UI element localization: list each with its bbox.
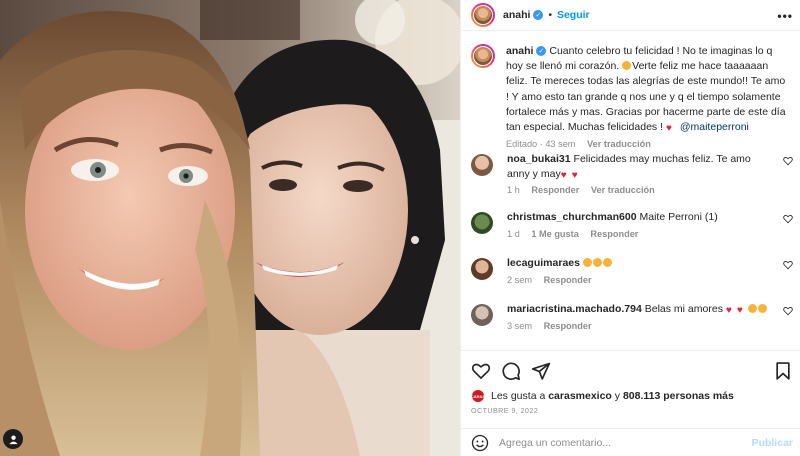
comment-item: lecaguimaraes 2 sem Responder xyxy=(471,256,793,285)
comment-time: 2 sem xyxy=(507,274,533,285)
heart-icon[interactable] xyxy=(471,361,491,381)
red-heart-emoji-icon: ♥ xyxy=(665,123,672,135)
more-options-icon[interactable]: ••• xyxy=(777,9,793,23)
share-icon[interactable] xyxy=(531,361,551,381)
caption-avatar[interactable] xyxy=(471,44,495,68)
likes-summary: CARAS Les gusta a carasmexico y 808.113 … xyxy=(470,389,734,403)
red-heart-emoji-icon: ♥ xyxy=(571,169,578,181)
caption-meta: Editado · 43 sem Ver traducción xyxy=(506,139,789,149)
mention-link[interactable]: @maiteperroni xyxy=(680,121,749,133)
heart-eyes-emoji-icon xyxy=(757,304,767,313)
comment-username[interactable]: noa_bukai31 xyxy=(507,153,571,165)
post-actions: CARAS Les gusta a carasmexico y 808.113 … xyxy=(461,350,800,428)
separator: • xyxy=(548,9,552,21)
heart-eyes-emoji-icon xyxy=(582,258,592,267)
commenter-avatar[interactable] xyxy=(471,154,493,176)
red-heart-emoji-icon: ♥ xyxy=(560,169,567,181)
likes-count[interactable]: 808.113 personas más xyxy=(623,390,734,402)
user-tag-icon xyxy=(8,434,18,444)
red-heart-emoji-icon: ♥ xyxy=(736,305,743,316)
see-translation-link[interactable]: Ver traducción xyxy=(587,139,651,149)
comment-meta: 1 h Responder Ver traducción xyxy=(507,185,773,195)
comment-item: christmas_churchman600 Maite Perroni (1)… xyxy=(471,210,793,239)
smiling-emoji-icon xyxy=(622,61,632,71)
reply-button[interactable]: Responder xyxy=(531,185,579,195)
heart-eyes-emoji-icon xyxy=(602,258,612,267)
verified-icon: ✓ xyxy=(533,10,544,20)
publish-button[interactable]: Publicar xyxy=(752,437,793,449)
heart-eyes-emoji-icon xyxy=(592,258,602,267)
comment-meta: 3 sem Responder xyxy=(507,321,773,331)
caption-username[interactable]: anahi xyxy=(506,45,533,57)
comment-meta: 1 d 1 Me gusta Responder xyxy=(507,229,773,239)
post-date[interactable]: OCTUBRE 9, 2022 xyxy=(471,406,538,415)
author-avatar[interactable] xyxy=(471,3,495,27)
comment-icon[interactable] xyxy=(501,361,521,381)
comment-username[interactable]: mariacristina.machado.794 xyxy=(507,303,642,315)
like-comment-heart-icon[interactable] xyxy=(783,260,793,270)
comment-text: christmas_churchman600 Maite Perroni (1) xyxy=(507,211,718,223)
add-comment-bar: Publicar xyxy=(461,428,800,456)
post-header: anahi ✓ • Seguir ••• xyxy=(461,0,800,31)
emoji-icon[interactable] xyxy=(471,434,489,452)
comment-input[interactable] xyxy=(499,436,729,449)
caption-text: anahi ✓ Cuanto celebro tu felicidad ! No … xyxy=(506,45,786,135)
commenter-avatar[interactable] xyxy=(471,304,493,326)
comment-time: 1 h xyxy=(507,185,520,195)
comment-meta: 2 sem Responder xyxy=(507,275,773,285)
liker-username[interactable]: carasmexico xyxy=(548,390,612,402)
reply-button[interactable]: Responder xyxy=(544,321,592,331)
reply-button[interactable]: Responder xyxy=(590,229,638,239)
like-comment-heart-icon[interactable] xyxy=(783,306,793,316)
post-panel: anahi ✓ • Seguir ••• anahi ✓ Cuanto celeb… xyxy=(460,0,800,456)
comment-time: 1 d xyxy=(507,228,520,239)
author-username[interactable]: anahi xyxy=(503,9,530,21)
comment-text: lecaguimaraes xyxy=(507,256,773,271)
caption-timestamp: Editado · 43 sem xyxy=(506,139,576,150)
comment-likes-count[interactable]: 1 Me gusta xyxy=(531,229,578,239)
heart-eyes-emoji-icon xyxy=(747,304,757,313)
verified-icon: ✓ xyxy=(536,46,547,57)
like-comment-heart-icon[interactable] xyxy=(783,156,793,166)
comments-list[interactable]: anahi ✓ Cuanto celebro tu felicidad ! No … xyxy=(461,32,800,350)
red-heart-emoji-icon: ♥ xyxy=(725,305,732,316)
commenter-avatar[interactable] xyxy=(471,258,493,280)
bookmark-icon[interactable] xyxy=(773,361,793,381)
like-comment-heart-icon[interactable] xyxy=(783,214,793,224)
user-tag-button[interactable] xyxy=(3,429,23,449)
comment-text: mariacristina.machado.794 Belas mi amore… xyxy=(507,302,773,317)
comment-time: 3 sem xyxy=(507,320,533,331)
commenter-avatar[interactable] xyxy=(471,212,493,234)
caption: anahi ✓ Cuanto celebro tu felicidad ! No … xyxy=(471,44,791,149)
comment-username[interactable]: christmas_churchman600 xyxy=(507,211,637,223)
selfie-image xyxy=(0,0,460,456)
comment-username[interactable]: lecaguimaraes xyxy=(507,257,580,269)
comment-item: mariacristina.machado.794 Belas mi amore… xyxy=(471,302,793,331)
comment-text: noa_bukai31 Felicidades may muchas feliz… xyxy=(507,153,751,181)
liker-avatar[interactable]: CARAS xyxy=(471,389,485,403)
reply-button[interactable]: Responder xyxy=(544,275,592,285)
see-translation-link[interactable]: Ver traducción xyxy=(591,185,655,195)
post-photo[interactable] xyxy=(0,0,460,456)
follow-button[interactable]: Seguir xyxy=(557,9,590,21)
comment-item: noa_bukai31 Felicidades may muchas feliz… xyxy=(471,152,793,195)
